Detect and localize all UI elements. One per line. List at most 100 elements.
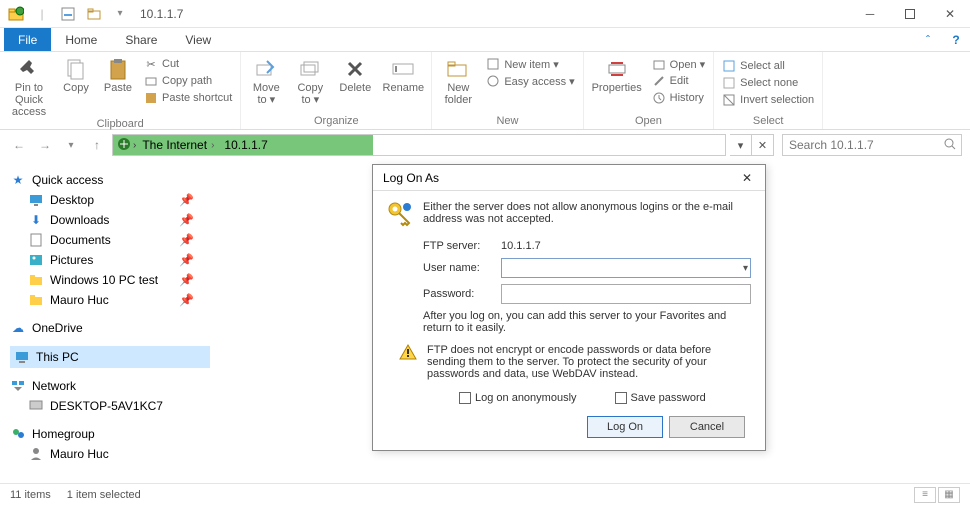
select-none-icon bbox=[722, 76, 736, 90]
computer-icon bbox=[28, 398, 44, 414]
checkbox-icon bbox=[459, 392, 471, 404]
easy-access-button[interactable]: Easy access ▾ bbox=[482, 73, 578, 89]
group-label-clipboard: Clipboard bbox=[4, 118, 236, 132]
password-input[interactable] bbox=[506, 288, 746, 300]
chevron-icon[interactable]: › bbox=[133, 140, 136, 151]
nav-item-pictures[interactable]: Pictures📌 bbox=[10, 250, 210, 270]
search-input[interactable] bbox=[789, 138, 944, 152]
cut-icon: ✂ bbox=[144, 57, 158, 71]
username-combobox[interactable]: ▾ bbox=[501, 258, 751, 278]
pin-to-quick-access-button[interactable]: Pin to Quick access bbox=[4, 54, 54, 118]
status-bar: 11 items 1 item selected ≡ ▦ bbox=[0, 483, 970, 505]
folder-icon bbox=[28, 292, 44, 308]
new-folder-icon[interactable] bbox=[82, 3, 106, 25]
nav-item-folder[interactable]: Windows 10 PC test📌 bbox=[10, 270, 210, 290]
breadcrumb-segment[interactable]: 10.1.1.7 bbox=[220, 138, 271, 152]
minimize-button[interactable]: ─ bbox=[850, 0, 890, 28]
maximize-button[interactable] bbox=[890, 0, 930, 28]
tab-share[interactable]: Share bbox=[111, 28, 171, 51]
nav-item-computer[interactable]: DESKTOP-5AV1KC7 bbox=[10, 396, 210, 416]
pin-icon: 📌 bbox=[179, 293, 194, 307]
cut-button[interactable]: ✂Cut bbox=[140, 56, 236, 72]
move-to-icon bbox=[252, 56, 280, 82]
nav-item-downloads[interactable]: ⬇Downloads📌 bbox=[10, 210, 210, 230]
dialog-title: Log On As bbox=[383, 171, 439, 185]
password-field[interactable] bbox=[501, 284, 751, 304]
group-label-select: Select bbox=[718, 115, 818, 129]
history-button[interactable]: History bbox=[648, 90, 710, 106]
tab-view[interactable]: View bbox=[171, 28, 225, 51]
edit-button[interactable]: Edit bbox=[648, 73, 710, 89]
ribbon-group-open: Properties Open ▾ Edit History Open bbox=[584, 52, 715, 129]
select-all-button[interactable]: Select all bbox=[718, 58, 818, 74]
chevron-icon[interactable]: › bbox=[211, 140, 214, 151]
new-folder-button[interactable]: New folder bbox=[436, 54, 480, 106]
nav-item-documents[interactable]: Documents📌 bbox=[10, 230, 210, 250]
help-icon[interactable]: ? bbox=[942, 28, 970, 51]
close-button[interactable]: ✕ bbox=[930, 0, 970, 28]
pin-icon: 📌 bbox=[179, 193, 194, 207]
user-icon bbox=[28, 446, 44, 462]
ribbon-group-organize: Move to ▾ Copy to ▾ Delete Rename Organi… bbox=[241, 52, 432, 129]
tab-home[interactable]: Home bbox=[51, 28, 111, 51]
pin-icon: 📌 bbox=[179, 273, 194, 287]
open-button[interactable]: Open ▾ bbox=[648, 56, 710, 72]
select-all-icon bbox=[722, 59, 736, 73]
window-controls: ─ ✕ bbox=[850, 0, 970, 28]
cancel-button[interactable]: Cancel bbox=[669, 416, 745, 438]
nav-network[interactable]: Network bbox=[10, 376, 210, 396]
breadcrumb-segment[interactable]: The Internet› bbox=[138, 138, 218, 152]
ribbon-collapse-icon[interactable]: ˆ bbox=[914, 28, 942, 51]
paste-icon bbox=[104, 56, 132, 82]
pin-icon: 📌 bbox=[179, 213, 194, 227]
copy-path-button[interactable]: Copy path bbox=[140, 73, 236, 89]
nav-item-desktop[interactable]: Desktop📌 bbox=[10, 190, 210, 210]
username-input[interactable] bbox=[506, 262, 746, 274]
checkbox-icon bbox=[615, 392, 627, 404]
title-bar: | ▾ 10.1.1.7 ─ ✕ bbox=[0, 0, 970, 28]
qat-customize-icon[interactable]: ▾ bbox=[108, 3, 132, 25]
recent-locations-button[interactable]: ▾ bbox=[60, 134, 82, 156]
properties-icon bbox=[603, 56, 631, 82]
nav-onedrive[interactable]: ☁OneDrive bbox=[10, 318, 210, 338]
details-view-button[interactable]: ≡ bbox=[914, 487, 936, 503]
save-password-checkbox[interactable]: Save password bbox=[615, 392, 706, 404]
address-bar[interactable]: › The Internet› 10.1.1.7 bbox=[112, 134, 726, 156]
nav-item-folder[interactable]: Mauro Huc📌 bbox=[10, 290, 210, 310]
dialog-note: After you log on, you can add this serve… bbox=[387, 310, 751, 334]
address-dropdown-button[interactable]: ▾ bbox=[730, 134, 752, 156]
up-button[interactable]: ↑ bbox=[86, 134, 108, 156]
dialog-close-button[interactable]: ✕ bbox=[735, 168, 759, 188]
forward-button[interactable]: → bbox=[34, 134, 56, 156]
dropdown-icon[interactable]: ▾ bbox=[743, 263, 748, 274]
properties-icon[interactable] bbox=[56, 3, 80, 25]
delete-button[interactable]: Delete bbox=[333, 54, 377, 94]
search-icon[interactable] bbox=[944, 138, 956, 153]
copy-to-button[interactable]: Copy to ▾ bbox=[289, 54, 331, 106]
new-item-button[interactable]: New item ▾ bbox=[482, 56, 578, 72]
thumbnails-view-button[interactable]: ▦ bbox=[938, 487, 960, 503]
back-button[interactable]: ← bbox=[8, 134, 30, 156]
copy-button[interactable]: Copy bbox=[56, 54, 96, 94]
logon-button[interactable]: Log On bbox=[587, 416, 663, 438]
rename-button[interactable]: Rename bbox=[379, 54, 427, 94]
nav-quick-access[interactable]: ★Quick access bbox=[10, 170, 210, 190]
nav-this-pc[interactable]: This PC bbox=[10, 346, 210, 368]
tab-file[interactable]: File bbox=[4, 28, 51, 51]
nav-item-user[interactable]: Mauro Huc bbox=[10, 444, 210, 464]
stop-refresh-button[interactable]: ✕ bbox=[752, 134, 774, 156]
quick-access-toolbar: | ▾ bbox=[4, 3, 132, 25]
properties-button[interactable]: Properties bbox=[588, 54, 646, 94]
invert-selection-button[interactable]: Invert selection bbox=[718, 92, 818, 108]
easy-access-icon bbox=[486, 74, 500, 88]
move-to-button[interactable]: Move to ▾ bbox=[245, 54, 287, 106]
nav-homegroup[interactable]: Homegroup bbox=[10, 424, 210, 444]
anonymous-checkbox[interactable]: Log on anonymously bbox=[459, 392, 577, 404]
search-box[interactable] bbox=[782, 134, 962, 156]
rename-icon bbox=[389, 56, 417, 82]
paste-button[interactable]: Paste bbox=[98, 54, 138, 94]
folder-icon bbox=[28, 272, 44, 288]
select-none-button[interactable]: Select none bbox=[718, 75, 818, 91]
app-icon[interactable] bbox=[4, 3, 28, 25]
paste-shortcut-button[interactable]: Paste shortcut bbox=[140, 90, 236, 106]
